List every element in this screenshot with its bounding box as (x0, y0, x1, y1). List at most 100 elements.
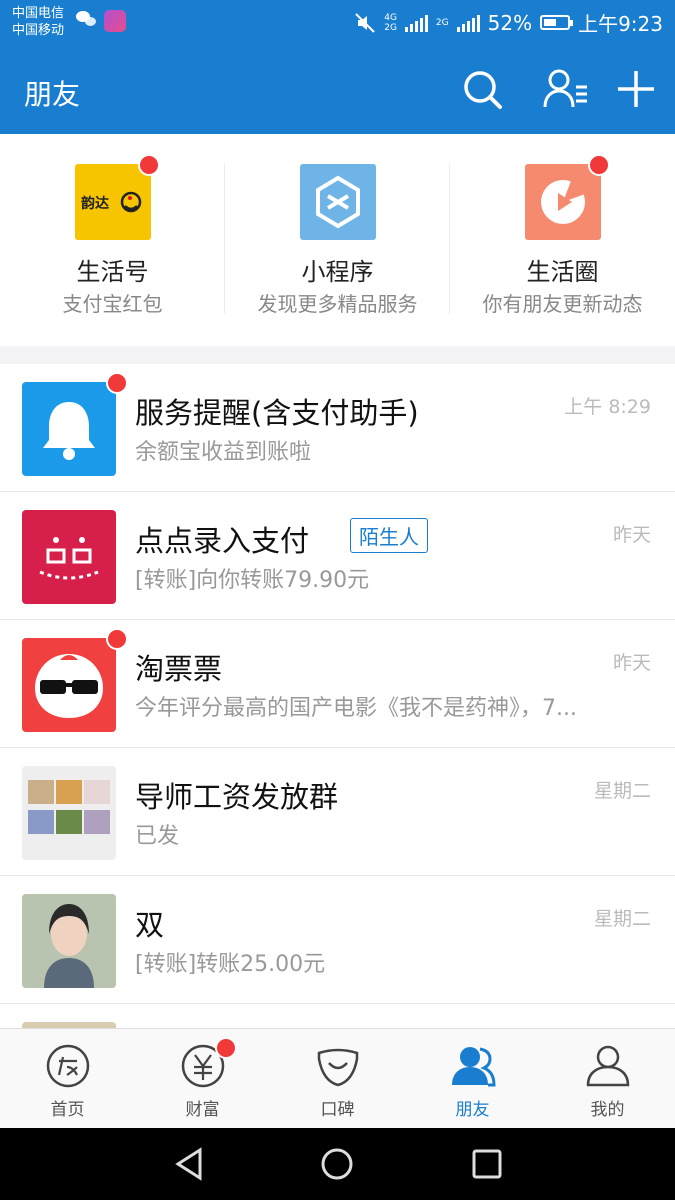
koubei-icon (317, 1048, 359, 1087)
item-subtitle: [转账]向你转账79.90元 (135, 568, 370, 593)
quick-app-title: 生活圈 (526, 258, 599, 286)
badge-dot (106, 628, 128, 650)
status-bar: 中国电信 中国移动 4G 2G 2G 52% 上午9:23 (0, 0, 675, 45)
app-notification-icon (104, 10, 126, 32)
contacts-button[interactable] (542, 67, 587, 111)
item-title: 点点录入支付 (135, 524, 310, 558)
item-title: 服务提醒(含支付助手) (135, 396, 419, 430)
mute-icon (355, 12, 375, 33)
item-time: 昨天 (612, 524, 651, 546)
back-icon[interactable] (170, 1146, 210, 1182)
battery-percent: 52% (487, 10, 533, 35)
list-item[interactable]: 双 [转账]转账25.00元 星期二 (0, 876, 675, 1004)
badge-dot (138, 154, 160, 176)
signal-icon-1 (404, 14, 428, 32)
user-avatar-graphic (22, 894, 116, 988)
quick-app-life-account[interactable]: 韵达 生活号 支付宝红包 (0, 134, 225, 346)
tab-me[interactable]: 我的 (540, 1029, 675, 1129)
network-label-2g: 2G (384, 22, 397, 33)
home-icon (46, 1044, 90, 1088)
network-label-4g: 4G (384, 12, 397, 23)
add-button[interactable] (614, 67, 658, 111)
contacts-icon (543, 69, 587, 108)
item-title: 淘票票 (135, 652, 223, 686)
item-time: 昨天 (612, 652, 651, 674)
item-title: 导师工资发放群 (135, 780, 339, 814)
group-avatar (22, 766, 116, 860)
clock: 上午9:23 (578, 12, 663, 36)
taopiaopiao-icon (22, 638, 116, 732)
wechat-icon (76, 10, 98, 28)
tab-label: 财富 (185, 1100, 220, 1120)
list-item[interactable]: 服务提醒(含支付助手) 余额宝收益到账啦 上午 8:29 (0, 364, 675, 492)
stranger-tag: 陌生人 (350, 518, 428, 553)
system-nav-bar (0, 1128, 675, 1200)
tab-koubei[interactable]: 口碑 (270, 1029, 405, 1129)
item-title: 双 (135, 908, 165, 942)
quick-app-subtitle: 你有朋友更新动态 (482, 292, 643, 316)
tab-label: 首页 (50, 1100, 85, 1120)
item-subtitle: 已发 (135, 824, 180, 849)
yunda-logo-text: 韵达 (81, 195, 109, 212)
carrier-2: 中国移动 (12, 23, 65, 38)
network-label-2g-second: 2G (435, 17, 449, 28)
network-type-1: 4G 2G (384, 13, 397, 33)
quick-app-title: 生活号 (76, 258, 149, 286)
badge-dot (106, 372, 128, 394)
yunda-icon: 韵达 (75, 164, 151, 240)
list-item[interactable]: 淘票票 今年评分最高的国产电影《我不是药神》，7... 昨天 (0, 620, 675, 748)
life-circle-icon (525, 164, 601, 240)
tab-friends[interactable]: 朋友 (405, 1029, 540, 1129)
item-subtitle: 今年评分最高的国产电影《我不是药神》，7... (135, 696, 577, 721)
quick-apps: 韵达 生活号 支付宝红包 小程序 发现更多精品服务 生活圈 你有朋友更新动态 (0, 134, 675, 346)
bottom-tab-bar: 首页 财富 口碑 朋友 我的 (0, 1028, 675, 1128)
search-button[interactable] (460, 67, 504, 111)
item-subtitle: [转账]转账25.00元 (135, 952, 326, 977)
battery-icon (540, 15, 574, 30)
message-list: 服务提醒(含支付助手) 余额宝收益到账啦 上午 8:29 点点录入支付 陌生人 … (0, 364, 675, 1028)
mini-program-logo (316, 175, 360, 229)
tab-label: 朋友 (455, 1100, 490, 1120)
carrier-1: 中国电信 (12, 6, 65, 21)
status-right: 4G 2G 2G 52% 上午9:23 (354, 8, 663, 37)
signal-icon-2 (456, 14, 480, 32)
quick-app-subtitle: 支付宝红包 (62, 292, 163, 316)
mini-program-icon (300, 164, 376, 240)
taopiaopiao-logo (35, 654, 103, 718)
me-icon (586, 1045, 630, 1087)
user-avatar (22, 894, 116, 988)
item-time: 星期二 (593, 780, 651, 802)
quick-app-subtitle: 发现更多精品服务 (257, 292, 418, 316)
tab-label: 口碑 (320, 1100, 355, 1120)
network-type-2: 2G (436, 18, 449, 28)
list-item[interactable]: 点点录入支付 陌生人 [转账]向你转账79.90元 昨天 (0, 492, 675, 620)
quick-app-title: 小程序 (301, 258, 374, 286)
group-avatar-grid (28, 780, 110, 834)
friends-icon (452, 1047, 496, 1087)
diandian-logo (39, 537, 99, 580)
list-item[interactable] (0, 1004, 675, 1028)
tab-label: 我的 (590, 1100, 625, 1120)
search-icon (464, 71, 502, 109)
page-title: 朋友 (24, 78, 81, 111)
diandian-icon (22, 510, 116, 604)
bell-icon-graphic (43, 402, 95, 460)
quick-app-life-circle[interactable]: 生活圈 你有朋友更新动态 (450, 134, 675, 346)
home-nav-icon[interactable] (317, 1146, 357, 1182)
item-subtitle: 余额宝收益到账啦 (135, 440, 312, 465)
item-time: 星期二 (593, 908, 651, 930)
tab-wealth[interactable]: 财富 (135, 1029, 270, 1129)
badge-dot (215, 1037, 237, 1059)
item-time: 上午 8:29 (564, 396, 651, 418)
life-circle-logo (541, 180, 585, 224)
carrier-info: 中国电信 中国移动 (12, 5, 64, 39)
badge-dot (588, 154, 610, 176)
app-header: 朋友 (0, 45, 675, 134)
quick-app-mini-program[interactable]: 小程序 发现更多精品服务 (225, 134, 450, 346)
recent-apps-icon[interactable] (467, 1146, 507, 1182)
yunda-logo: 韵达 (81, 191, 142, 213)
list-item[interactable]: 导师工资发放群 已发 星期二 (0, 748, 675, 876)
bell-icon (22, 382, 116, 476)
tab-home[interactable]: 首页 (0, 1029, 135, 1129)
notification-icons (76, 10, 126, 32)
